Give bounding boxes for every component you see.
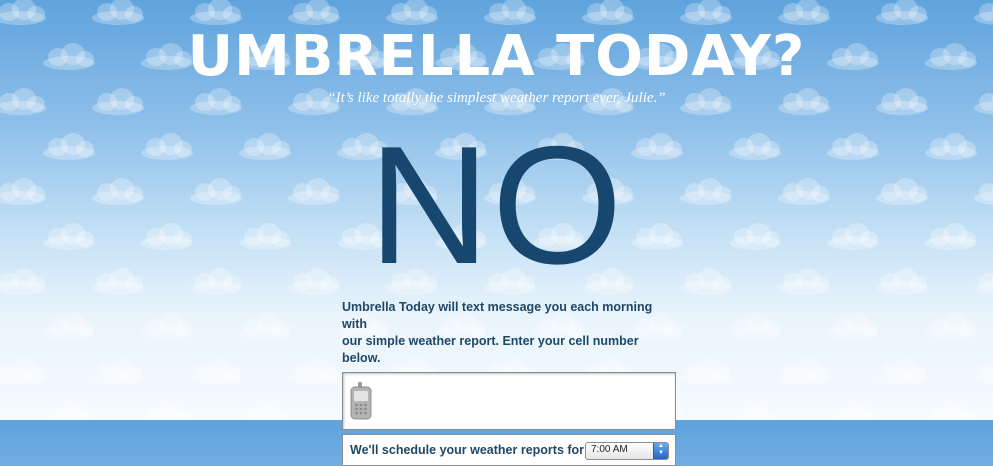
cloud-shape [974,358,993,385]
phone-number-input[interactable] [381,381,671,421]
forecast-answer: NO [368,111,625,299]
cloud-shape [827,313,879,340]
cloud-shape [0,358,46,385]
tagline: “It’s like totally the simplest weather … [327,90,666,106]
cloud-shape [141,313,193,340]
cloud-shape [778,358,830,385]
schedule-row: We'll schedule your weather reports for … [342,434,676,466]
cloud-shape [680,358,732,385]
header: UMBRELLA TODAY? “It’s like totally the s… [0,22,993,107]
cloud-shape [925,313,977,340]
cloud-shape [92,358,144,385]
cloud-shape [876,358,928,385]
site-title: UMBRELLA TODAY? [187,24,806,89]
cloud-shape [43,403,95,420]
cloud-shape [239,403,291,420]
select-arrows-icon: ▲ ▼ [653,443,668,459]
cloud-shape [190,358,242,385]
phone-number-field[interactable] [342,372,676,430]
signup-description: Umbrella Today will text message you eac… [342,299,678,367]
cloud-shape [729,403,781,420]
signup-description-line: Umbrella Today will text message you eac… [342,300,653,331]
cloud-shape [827,403,879,420]
cloud-shape [729,313,781,340]
schedule-time-select[interactable]: 7:00 AM ▲ ▼ [585,442,669,460]
cloud-shape [925,403,977,420]
signup-description-line: our simple weather report. Enter your ce… [342,334,639,365]
sms-signup-form: Umbrella Today will text message you eac… [342,299,678,466]
schedule-time-value: 7:00 AM [591,444,628,455]
cloud-shape [141,403,193,420]
cloud-shape [288,358,340,385]
cell-phone-icon [350,382,372,420]
cloud-shape [43,313,95,340]
cloud-shape [239,313,291,340]
schedule-label: We'll schedule your weather reports for [350,443,585,457]
